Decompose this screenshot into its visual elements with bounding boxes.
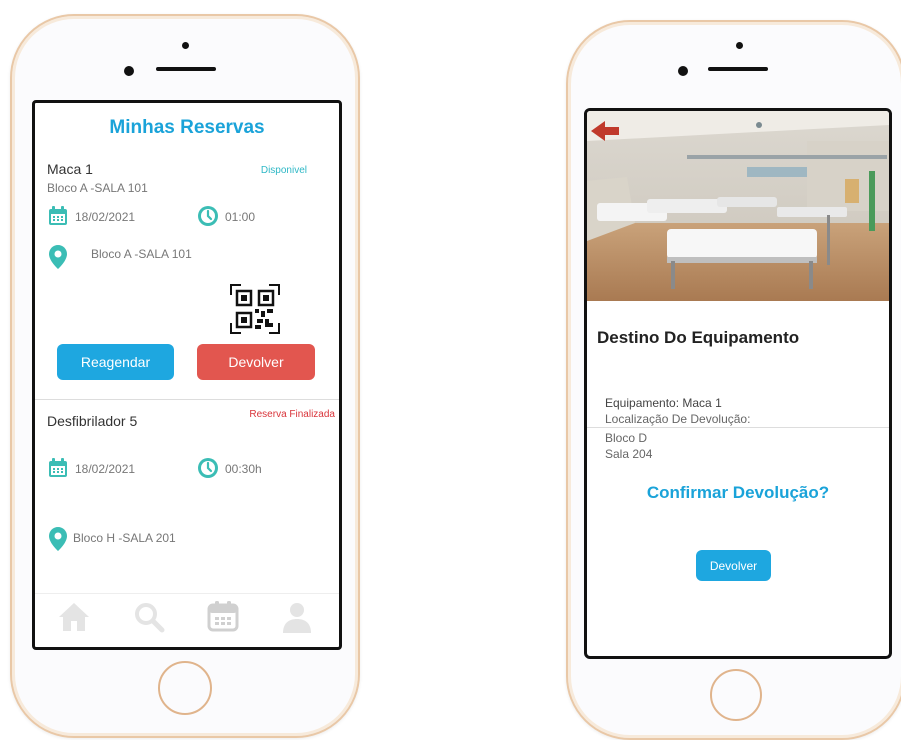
location-pin-icon — [49, 245, 67, 274]
return-block: Bloco D — [605, 431, 648, 445]
divider — [587, 427, 889, 428]
return-button[interactable]: Devolver — [197, 344, 315, 380]
reservation-location: Bloco A -SALA 101 — [47, 181, 148, 195]
confirm-question: Confirmar Devolução? — [646, 483, 830, 502]
search-icon[interactable] — [133, 601, 165, 638]
page-title: Destino Do Equipamento — [597, 328, 800, 347]
home-button[interactable] — [710, 669, 762, 721]
reservation-place: Bloco A -SALA 101 — [91, 247, 192, 261]
hospital-room-photo — [587, 111, 889, 301]
home-button[interactable] — [158, 661, 212, 715]
calendar-icon — [48, 458, 68, 483]
page-title: Minhas Reservas — [109, 117, 265, 138]
calendar-icon — [48, 206, 68, 231]
speaker-grille — [708, 67, 768, 71]
right-phone: Destino Do Equipamento Equipamento: Maca… — [566, 20, 901, 740]
left-phone: Minhas Reservas Maca 1 Bloco A -SALA 101… — [10, 14, 360, 738]
reservation-time: 01:00 — [225, 210, 256, 224]
status-badge: Disponivel — [260, 165, 307, 176]
home-icon[interactable] — [57, 601, 91, 638]
qr-code-icon[interactable] — [229, 283, 281, 340]
reservation-time: 00:30h — [225, 462, 262, 476]
location-pin-icon — [49, 527, 67, 556]
front-camera — [124, 66, 134, 76]
reservation-date: 18/02/2021 — [75, 210, 136, 224]
right-screen: Destino Do Equipamento Equipamento: Maca… — [584, 108, 892, 659]
reschedule-button[interactable]: Reagendar — [57, 344, 174, 380]
reservation-date: 18/02/2021 — [75, 462, 136, 476]
reservation-place: Bloco H -SALA 201 — [73, 531, 176, 545]
front-camera — [678, 66, 688, 76]
equipment-label: Equipamento: Maca 1 — [605, 396, 722, 410]
divider — [35, 593, 339, 594]
calendar-icon[interactable] — [207, 600, 239, 637]
proximity-sensor — [182, 42, 189, 49]
clock-icon — [197, 457, 219, 484]
proximity-sensor — [736, 42, 743, 49]
clock-icon — [197, 205, 219, 232]
divider — [35, 399, 339, 400]
reservation-name: Desfibrilador 5 — [47, 413, 138, 429]
reservation-name: Maca 1 — [47, 161, 93, 177]
status-badge: Reserva Finalizada — [249, 409, 335, 420]
speaker-grille — [156, 67, 216, 71]
return-room: Sala 204 — [605, 447, 653, 461]
return-button[interactable]: Devolver — [696, 550, 771, 581]
left-screen: Minhas Reservas Maca 1 Bloco A -SALA 101… — [32, 100, 342, 650]
return-location-label: Localização De Devolução: — [605, 412, 751, 426]
user-icon[interactable] — [281, 601, 313, 638]
